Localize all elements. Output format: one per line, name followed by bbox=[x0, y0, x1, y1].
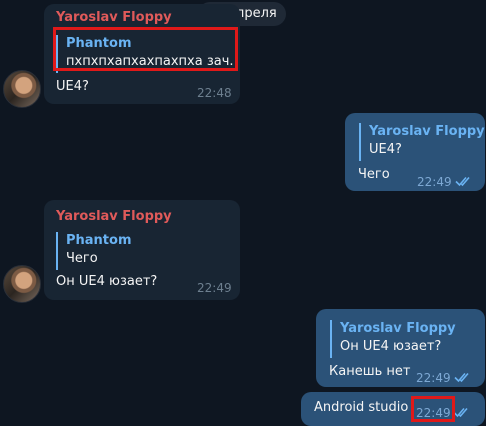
message-time: 22:49 bbox=[416, 371, 451, 385]
reply-author: Phantom bbox=[66, 233, 132, 248]
double-check-icon bbox=[455, 176, 470, 187]
message-bubble-incoming[interactable]: Yaroslav Floppy Phantom Чего Он UE4 юзае… bbox=[44, 200, 240, 300]
message-text: Android studio bbox=[314, 400, 409, 415]
message-time: 22:49 bbox=[416, 406, 451, 420]
sender-avatar[interactable] bbox=[3, 265, 41, 303]
reply-text: Чего bbox=[66, 251, 98, 266]
message-time: 22:48 bbox=[197, 86, 232, 100]
reply-quote[interactable]: Yaroslav Floppy UE4? bbox=[359, 123, 486, 161]
sender-avatar[interactable] bbox=[3, 70, 41, 108]
reply-text: UE4? bbox=[369, 142, 402, 157]
sender-name[interactable]: Yaroslav Floppy bbox=[56, 209, 172, 224]
double-check-icon bbox=[453, 407, 468, 418]
double-check-icon bbox=[454, 372, 469, 383]
message-text: Чего bbox=[358, 167, 390, 182]
reply-quote[interactable]: Yaroslav Floppy Он UE4 юзает? bbox=[330, 320, 480, 358]
reply-author: Yaroslav Floppy bbox=[369, 124, 485, 139]
reply-text: пхпхпхапхахпахпха зач... bbox=[66, 54, 234, 69]
reply-quote[interactable]: Phantom Чего bbox=[56, 232, 186, 270]
reply-text: Он UE4 юзает? bbox=[340, 339, 442, 354]
message-time: 22:49 bbox=[417, 175, 452, 189]
message-bubble-outgoing[interactable]: Yaroslav Floppy UE4? Чего 22:49 bbox=[345, 113, 485, 191]
reply-author: Yaroslav Floppy bbox=[340, 321, 456, 336]
reply-quote[interactable]: Phantom пхпхпхапхахпахпха зач... bbox=[56, 35, 234, 73]
message-text: Он UE4 юзает? bbox=[56, 274, 158, 289]
reply-author: Phantom bbox=[66, 36, 132, 51]
message-text: UE4? bbox=[56, 79, 89, 94]
message-bubble-outgoing[interactable]: Android studio 22:49 bbox=[301, 392, 485, 426]
sender-name[interactable]: Yaroslav Floppy bbox=[56, 10, 172, 25]
message-bubble-outgoing[interactable]: Yaroslav Floppy Он UE4 юзает? Канешь нет… bbox=[316, 309, 485, 387]
message-bubble-incoming[interactable]: Yaroslav Floppy Phantom пхпхпхапхахпахпх… bbox=[44, 4, 240, 104]
message-time: 22:49 bbox=[197, 281, 232, 295]
message-text: Канешь нет bbox=[329, 364, 411, 379]
